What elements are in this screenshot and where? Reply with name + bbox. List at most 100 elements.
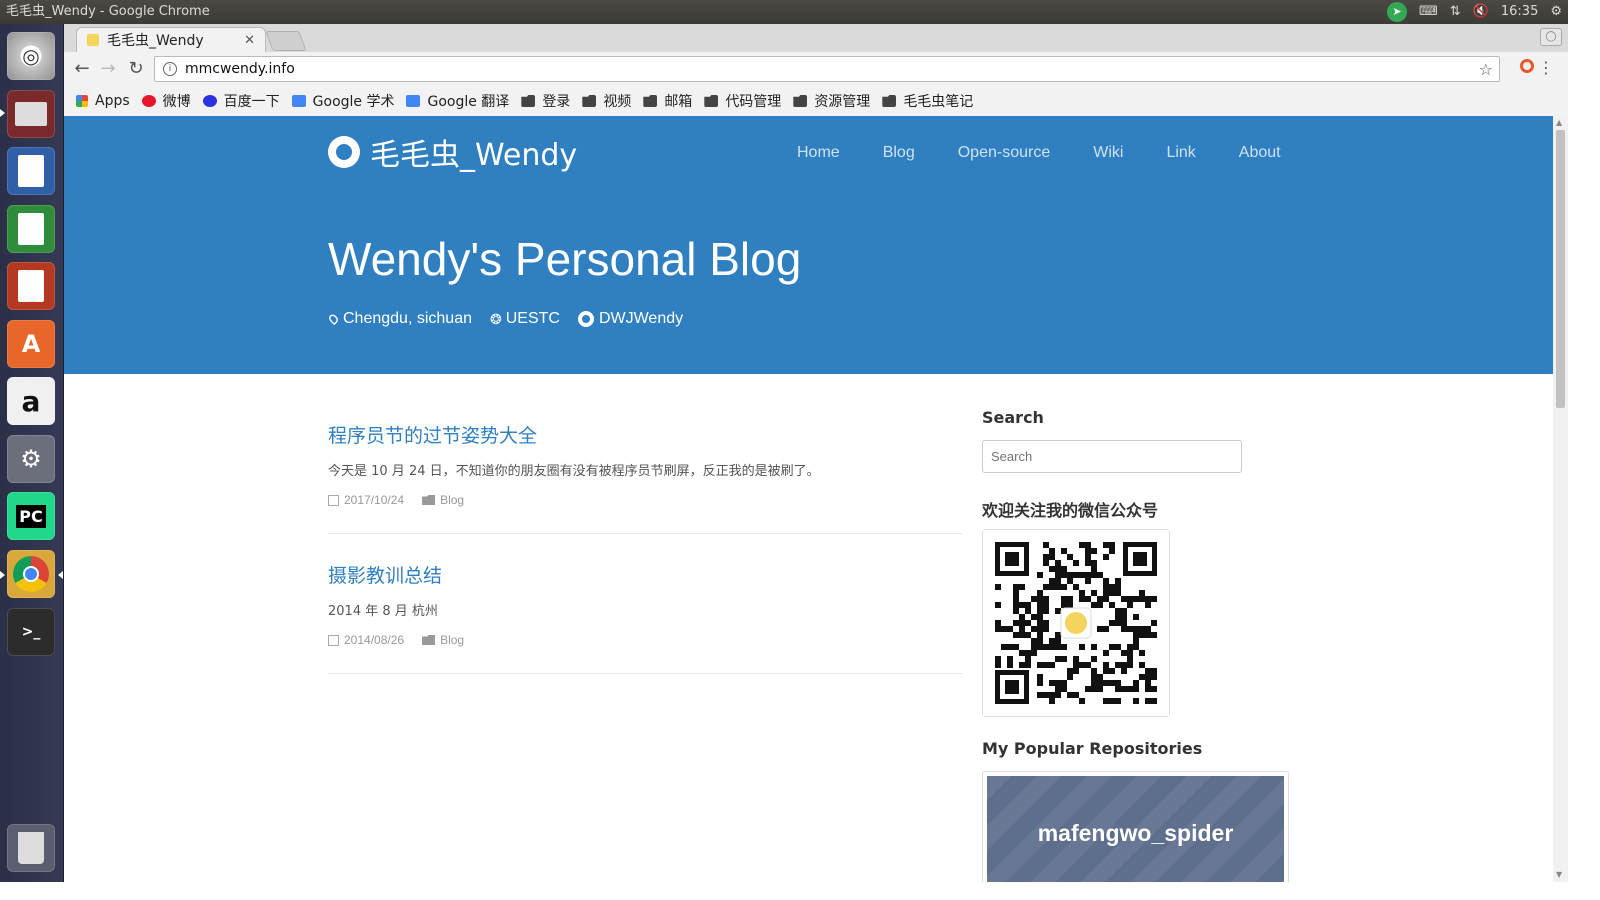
- system-settings-icon[interactable]: ⚙: [7, 435, 55, 483]
- settings-gear-icon[interactable]: ⚙: [1550, 0, 1562, 24]
- reload-icon[interactable]: ↻: [124, 58, 148, 80]
- meta-school: ❂ UESTC: [490, 310, 560, 328]
- search-input[interactable]: [982, 440, 1242, 473]
- post-item: 摄影教训总结 2014 年 8 月 杭州 2014/08/26 Blog: [328, 561, 962, 647]
- baidu-icon: [202, 95, 217, 107]
- site-nav: Home Blog Open-source Wiki Link About: [797, 144, 1324, 162]
- keyboard-icon[interactable]: ⌨: [1419, 0, 1438, 24]
- folder-icon: [793, 95, 808, 107]
- bookmark-label: Apps: [95, 93, 130, 109]
- new-tab-button[interactable]: [265, 31, 307, 51]
- map-pin-icon: [327, 312, 340, 326]
- bookmarks-bar: Apps 微博 百度一下 Google 学术 Google 翻译 登录 视频 邮…: [64, 86, 1568, 116]
- github-text: DWJWendy: [598, 310, 684, 327]
- bookmark-folder-resources[interactable]: 资源管理: [793, 91, 870, 111]
- extension-icon[interactable]: [1520, 59, 1534, 73]
- bookmark-label: 微博: [162, 94, 191, 110]
- brand-text: 毛毛虫_Wendy: [370, 138, 578, 173]
- school-text: UESTC: [505, 310, 560, 327]
- hero-title: Wendy's Personal Blog: [328, 233, 802, 285]
- site-info-icon[interactable]: i: [163, 62, 177, 76]
- qr-code-image: [983, 530, 1169, 716]
- post-title[interactable]: 摄影教训总结: [328, 561, 962, 588]
- system-tray: ➤ ⌨ ⇅ 🔇 16:35 ⚙: [1387, 0, 1562, 24]
- post-category[interactable]: Blog: [440, 493, 464, 507]
- bookmark-label: 视频: [603, 94, 632, 110]
- terminal-icon[interactable]: >_: [7, 608, 55, 656]
- tab-active[interactable]: 毛毛虫_Wendy ✕: [76, 27, 266, 52]
- scroll-down-icon[interactable]: ▼: [1556, 870, 1562, 879]
- ubuntu-dash-icon[interactable]: ◎: [7, 32, 55, 80]
- close-tab-icon[interactable]: ✕: [244, 33, 255, 48]
- impress-icon[interactable]: [7, 262, 55, 310]
- back-icon[interactable]: ←: [70, 58, 94, 80]
- bookmark-star-icon[interactable]: ☆: [1479, 60, 1493, 79]
- bookmark-google-scholar[interactable]: Google 学术: [291, 91, 395, 111]
- bookmark-label: 登录: [542, 94, 571, 110]
- window-title: 毛毛虫_Wendy - Google Chrome: [6, 4, 210, 19]
- pycharm-icon[interactable]: PC: [7, 492, 55, 540]
- post-category[interactable]: Blog: [440, 633, 464, 647]
- bookmark-folder-mail[interactable]: 邮箱: [643, 91, 692, 111]
- post-divider: [328, 533, 962, 534]
- amazon-icon[interactable]: a: [7, 377, 55, 425]
- clock[interactable]: 16:35: [1501, 0, 1538, 24]
- scrollbar-thumb[interactable]: [1556, 130, 1565, 408]
- bookmark-label: Google 学术: [312, 94, 395, 110]
- post-meta: 2014/08/26 Blog: [328, 633, 962, 647]
- profile-icon[interactable]: ◯: [1540, 28, 1562, 46]
- tab-title: 毛毛虫_Wendy: [107, 33, 204, 49]
- nav-link[interactable]: Link: [1166, 144, 1195, 162]
- site-brand[interactable]: 毛毛虫_Wendy: [328, 130, 577, 174]
- forward-icon[interactable]: →: [96, 58, 120, 80]
- post-excerpt: 2014 年 8 月 杭州: [328, 604, 438, 619]
- url-text: mmcwendy.info: [185, 61, 295, 77]
- chrome-icon[interactable]: [7, 550, 55, 598]
- bookmark-apps[interactable]: Apps: [76, 93, 130, 109]
- repo-banner: mafengwo_spider: [987, 776, 1284, 882]
- bookmark-google-translate[interactable]: Google 翻译: [406, 91, 509, 111]
- bookmark-folder-notes[interactable]: 毛毛虫笔记: [882, 91, 973, 111]
- trash-icon[interactable]: [7, 824, 55, 872]
- nav-about[interactable]: About: [1239, 144, 1281, 162]
- site-favicon-icon: [87, 34, 99, 46]
- running-indicator: [0, 571, 5, 579]
- calendar-icon: [328, 494, 339, 506]
- repo-card[interactable]: mafengwo_spider: [982, 771, 1289, 882]
- menu-dots-icon[interactable]: ⋮: [1538, 58, 1554, 77]
- page-scrollbar[interactable]: ▲ ▼: [1553, 116, 1568, 882]
- bookmark-label: 代码管理: [725, 94, 782, 110]
- volume-muted-icon[interactable]: 🔇: [1473, 0, 1489, 24]
- top-panel: 毛毛虫_Wendy - Google Chrome ➤ ⌨ ⇅ 🔇 16:35 …: [0, 0, 1568, 24]
- page-viewport: 毛毛虫_Wendy Home Blog Open-source Wiki Lin…: [64, 116, 1553, 882]
- bookmark-folder-video[interactable]: 视频: [582, 91, 631, 111]
- writer-icon[interactable]: [7, 147, 55, 195]
- github-icon: [328, 136, 360, 168]
- bookmark-weibo[interactable]: 微博: [141, 91, 191, 111]
- bookmark-folder-login[interactable]: 登录: [521, 91, 570, 111]
- bookmark-baidu[interactable]: 百度一下: [202, 91, 280, 111]
- address-bar[interactable]: i mmcwendy.info ☆: [154, 56, 1500, 82]
- telegram-icon[interactable]: ➤: [1387, 2, 1408, 22]
- nav-open-source[interactable]: Open-source: [958, 144, 1051, 162]
- google-scholar-icon: [291, 95, 306, 107]
- post-title[interactable]: 程序员节的过节姿势大全: [328, 421, 962, 448]
- meta-github[interactable]: DWJWendy: [577, 310, 684, 328]
- meta-location: Chengdu, sichuan: [327, 310, 472, 328]
- google-translate-icon: [406, 95, 421, 107]
- network-icon[interactable]: ⇅: [1450, 0, 1461, 24]
- apps-grid-icon: [76, 95, 88, 107]
- wechat-qr-code: [982, 529, 1170, 717]
- calc-icon[interactable]: [7, 205, 55, 253]
- files-icon[interactable]: [7, 90, 55, 138]
- bookmark-label: 资源管理: [814, 94, 871, 110]
- scroll-up-icon[interactable]: ▲: [1556, 118, 1562, 127]
- nav-home[interactable]: Home: [797, 144, 840, 162]
- bookmark-folder-code[interactable]: 代码管理: [704, 91, 781, 111]
- software-center-icon[interactable]: A: [7, 320, 55, 368]
- nav-wiki[interactable]: Wiki: [1093, 144, 1123, 162]
- post-date: 2017/10/24: [344, 493, 405, 507]
- weibo-icon: [141, 95, 156, 107]
- folder-icon: [882, 95, 897, 107]
- nav-blog[interactable]: Blog: [883, 144, 915, 162]
